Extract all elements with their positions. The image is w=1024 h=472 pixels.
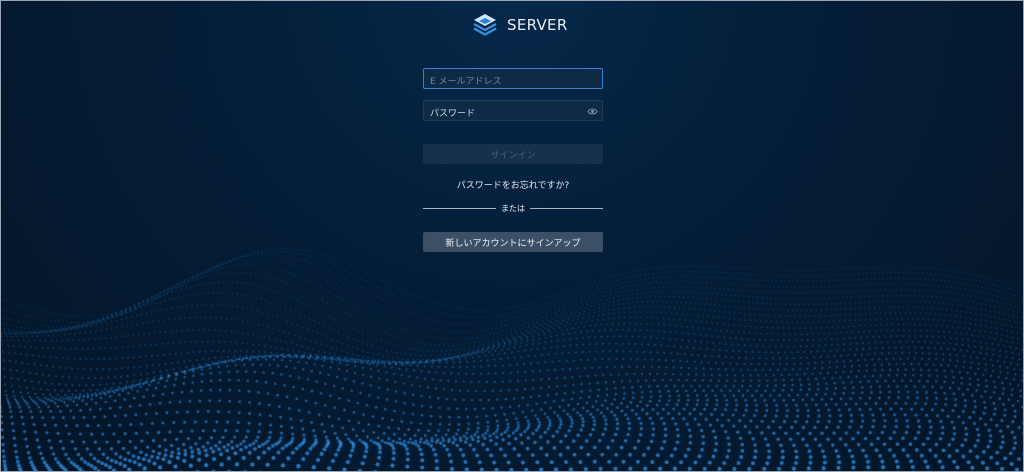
signin-button[interactable]: サインイン (423, 144, 603, 164)
brand-logo: SERVER (471, 10, 568, 40)
email-field-wrapper (423, 68, 603, 92)
signup-button[interactable]: 新しいアカウントにサインアップ (423, 232, 603, 252)
eye-icon[interactable] (587, 106, 598, 117)
or-divider: または (423, 202, 603, 214)
divider-text: または (501, 203, 525, 213)
divider-line-right (530, 207, 603, 209)
login-page: SERVER サインイン パスワードをお忘れですか? または 新しいアカウントに… (0, 0, 1024, 472)
password-field-wrapper (423, 100, 603, 124)
brand-name: SERVER (507, 16, 568, 34)
forgot-password-link[interactable]: パスワードをお忘れですか? (423, 178, 603, 191)
password-input[interactable] (424, 104, 602, 124)
divider-line-left (423, 207, 496, 209)
email-input[interactable] (424, 72, 602, 92)
stacked-layers-icon (473, 14, 497, 36)
